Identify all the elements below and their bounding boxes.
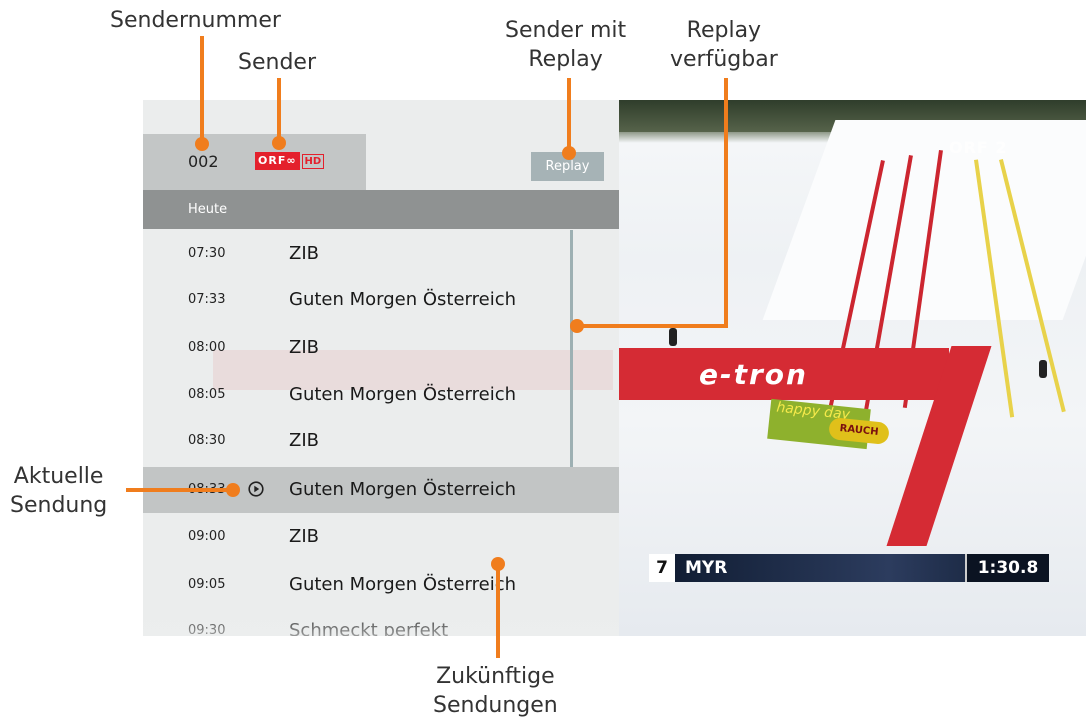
- annotation-replay-verfuegbar-line1: Replay: [686, 18, 762, 43]
- annotation-aktuelle-sendung: Aktuelle Sendung: [10, 462, 107, 520]
- annotation-line: [724, 78, 728, 328]
- program-time: 09:30: [188, 623, 226, 636]
- annotation-sender-mit-replay-line2: Replay: [528, 47, 603, 72]
- channel-logo-hd: HD: [301, 153, 325, 169]
- program-title: ZIB: [289, 243, 319, 264]
- program-title: ZIB: [289, 526, 319, 547]
- annotation-zukuenftige-sendungen: Zukünftige Sendungen: [433, 662, 558, 720]
- channel-logo-suffix: ∞: [286, 154, 297, 167]
- annotation-sender-mit-replay-line1: Sender mit: [505, 18, 627, 43]
- video-banner-text: e-tron: [699, 358, 808, 391]
- annotation-dot: [272, 136, 286, 150]
- score-time: 1:30.8: [965, 554, 1049, 582]
- annotation-line: [126, 488, 232, 492]
- video-channel-watermark: ORF 2: [949, 138, 1008, 157]
- program-title: Schmeckt perfekt: [289, 620, 449, 636]
- program-title: Guten Morgen Österreich: [289, 384, 517, 405]
- channel-logo-orf: ORF∞: [255, 152, 300, 170]
- annotation-dot: [491, 557, 505, 571]
- program-title: ZIB: [289, 337, 319, 358]
- program-title: Guten Morgen Österreich: [289, 479, 517, 500]
- score-rank: 7: [649, 554, 675, 582]
- program-row[interactable]: 08:00 ZIB: [143, 325, 619, 371]
- program-title: ZIB: [289, 430, 319, 451]
- program-row[interactable]: 08:30 ZIB: [143, 418, 619, 464]
- annotation-dot: [195, 137, 209, 151]
- annotation-aktuelle-sendung-line2: Sendung: [10, 493, 108, 518]
- annotation-replay-verfuegbar-line2: verfügbar: [670, 47, 778, 72]
- channel-logo-text: ORF: [258, 154, 287, 167]
- annotation-dot: [562, 146, 576, 160]
- channel-logo: ORF∞ HD: [255, 152, 325, 170]
- annotation-sender: Sender: [238, 50, 316, 75]
- annotation-sender-mit-replay: Sender mit Replay: [505, 16, 626, 74]
- program-time: 08:30: [188, 433, 226, 448]
- annotation-zukuenftige-line1: Zukünftige: [436, 664, 555, 689]
- annotation-line: [578, 324, 728, 328]
- annotation-line: [567, 78, 571, 148]
- program-row[interactable]: 09:30 Schmeckt perfekt: [143, 608, 619, 636]
- annotation-sendernummer: Sendernummer: [110, 8, 281, 33]
- video-skier: [1039, 360, 1047, 378]
- epg-panel: 002 ORF∞ HD Replay Heute 07:30 ZIB 07:33…: [143, 100, 619, 636]
- program-row[interactable]: 09:05 Guten Morgen Österreich: [143, 562, 619, 608]
- program-time: 09:00: [188, 529, 226, 544]
- program-time: 08:00: [188, 340, 226, 355]
- date-label: Heute: [188, 202, 228, 217]
- annotation-dot: [226, 483, 240, 497]
- annotation-line: [277, 78, 281, 138]
- program-title: Guten Morgen Österreich: [289, 574, 517, 595]
- annotation-aktuelle-sendung-line1: Aktuelle: [13, 464, 104, 489]
- annotation-line: [496, 562, 500, 658]
- program-row[interactable]: 07:33 Guten Morgen Österreich: [143, 277, 619, 323]
- program-row[interactable]: 08:05 Guten Morgen Österreich: [143, 372, 619, 418]
- video-skier: [669, 328, 677, 346]
- program-time: 08:05: [188, 387, 226, 402]
- program-time: 07:33: [188, 292, 226, 307]
- live-video: ORF 2 e-tron happy day RAUCH 7 MYR 1:30.…: [619, 100, 1086, 636]
- program-time: 07:30: [188, 246, 226, 261]
- annotation-line: [200, 36, 204, 140]
- program-time: 09:05: [188, 577, 226, 592]
- score-name: MYR: [685, 558, 728, 578]
- program-row[interactable]: 09:00 ZIB: [143, 514, 619, 560]
- annotation-dot: [570, 319, 584, 333]
- tv-screen: ORF 2 e-tron happy day RAUCH 7 MYR 1:30.…: [143, 100, 1086, 636]
- annotation-replay-verfuegbar: Replay verfügbar: [670, 16, 778, 74]
- annotation-zukuenftige-line2: Sendungen: [433, 693, 558, 718]
- program-title: Guten Morgen Österreich: [289, 289, 517, 310]
- program-row[interactable]: 07:30 ZIB: [143, 231, 619, 277]
- play-icon: [248, 481, 264, 497]
- video-slope: [762, 120, 1086, 320]
- channel-number: 002: [188, 152, 219, 171]
